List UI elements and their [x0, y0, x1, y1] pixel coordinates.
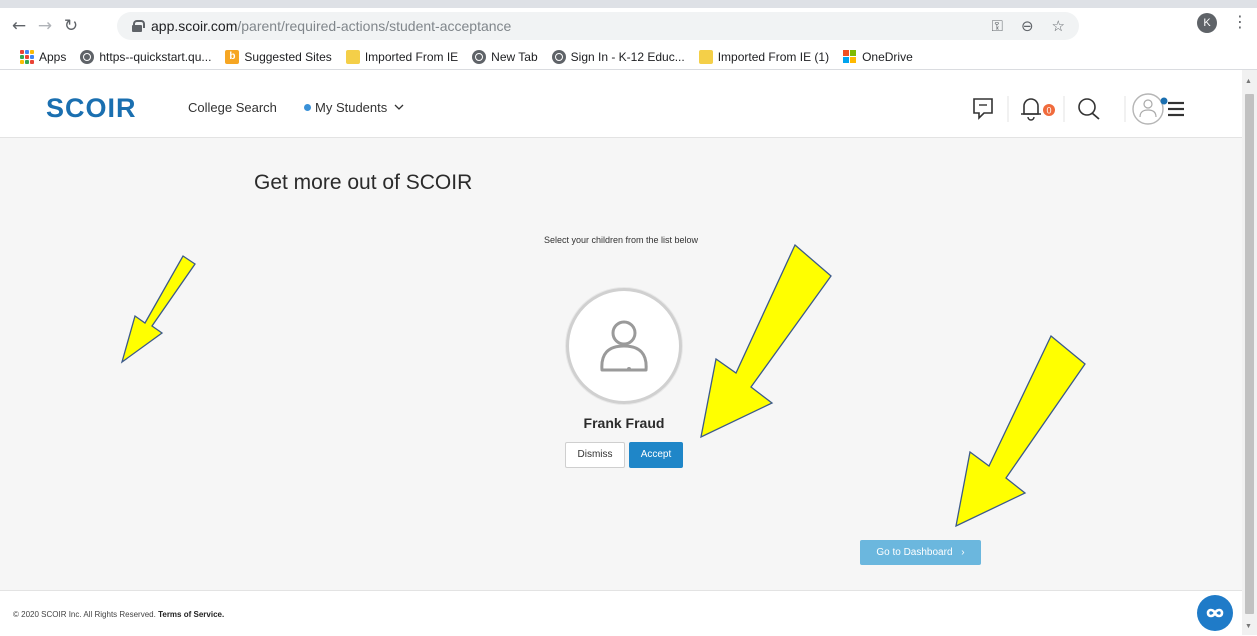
terms-link[interactable]: Terms of Service.: [158, 610, 224, 619]
active-dot: [304, 104, 311, 111]
bookmark-suggested-sites[interactable]: b Suggested Sites: [225, 49, 332, 64]
bookmark-label: Imported From IE (1): [717, 49, 830, 64]
hamburger-icon[interactable]: [1168, 101, 1184, 117]
microsoft-icon: [843, 49, 857, 64]
chat-widget-button[interactable]: [1197, 595, 1233, 631]
back-icon[interactable]: ←: [6, 16, 32, 36]
star-icon[interactable]: ☆: [1052, 17, 1065, 35]
header-icons: 0: [973, 93, 1184, 125]
bookmark-quickstart[interactable]: https--quickstart.qu...: [80, 49, 212, 64]
globe-icon: [80, 49, 95, 64]
page-scrollbar[interactable]: ▲ ▼: [1242, 70, 1257, 635]
address-bar-row: ← → ↻ app.scoir.com/parent/required-acti…: [0, 8, 1257, 44]
scroll-up-icon[interactable]: ▲: [1245, 78, 1252, 85]
reload-icon[interactable]: ↻: [58, 16, 84, 36]
user-menu-avatar[interactable]: [1132, 93, 1168, 125]
instruction-text: Select your children from the list below: [543, 235, 699, 245]
url-path: /parent/required-actions/student-accepta…: [237, 18, 512, 34]
scroll-thumb[interactable]: [1245, 94, 1254, 614]
go-to-dashboard-button[interactable]: Go to Dashboard ›: [860, 540, 981, 565]
message-icon[interactable]: [973, 98, 993, 120]
profile-avatar[interactable]: K: [1197, 13, 1217, 33]
bell-icon[interactable]: [1021, 98, 1041, 121]
student-avatar: [566, 288, 682, 404]
bookmark-imported-ie[interactable]: Imported From IE: [345, 49, 459, 64]
globe-icon: [551, 49, 566, 64]
bookmark-label: Apps: [39, 49, 67, 64]
bookmarks-bar: Apps https--quickstart.qu... b Suggested…: [0, 44, 1257, 70]
bing-icon: b: [225, 49, 240, 64]
chrome-menu-icon[interactable]: ⋮: [1232, 12, 1248, 31]
svg-text:0: 0: [1046, 106, 1051, 116]
lock-icon: [131, 20, 145, 32]
bookmark-label: Imported From IE: [364, 49, 459, 64]
infinity-icon: [1206, 608, 1224, 618]
nav-college-search[interactable]: College Search: [188, 100, 277, 115]
bookmark-imported-ie-1[interactable]: Imported From IE (1): [698, 49, 830, 64]
bookmark-label: OneDrive: [862, 49, 913, 64]
tab-strip: [0, 0, 1257, 8]
bookmark-apps[interactable]: Apps: [20, 49, 67, 64]
scroll-down-icon[interactable]: ▼: [1245, 623, 1252, 630]
url-host: app.scoir.com: [151, 18, 238, 34]
main-content: Get more out of SCOIR Select your childr…: [0, 138, 1242, 590]
forward-icon[interactable]: →: [32, 16, 58, 36]
zoom-icon[interactable]: ⊖: [1021, 17, 1034, 35]
person-icon: [600, 320, 648, 372]
page-footer: © 2020 SCOIR Inc. All Rights Reserved. T…: [0, 590, 1242, 635]
folder-icon: [345, 49, 360, 64]
notification-badge: 0: [1043, 104, 1055, 116]
chevron-right-icon: ›: [961, 547, 965, 558]
accept-button[interactable]: Accept: [629, 442, 683, 468]
folder-icon: [698, 49, 713, 64]
scoir-logo[interactable]: SCOIR: [46, 93, 137, 124]
footer-text: © 2020 SCOIR Inc. All Rights Reserved. T…: [13, 610, 224, 619]
nav-my-students-label: My Students: [315, 100, 388, 115]
page-title: Get more out of SCOIR: [254, 171, 473, 194]
bookmark-new-tab[interactable]: New Tab: [472, 49, 538, 64]
bookmark-label: https--quickstart.qu...: [99, 49, 212, 64]
key-icon[interactable]: ⚿: [992, 17, 1003, 35]
bookmark-label: Suggested Sites: [244, 49, 332, 64]
bookmark-label: Sign In - K-12 Educ...: [570, 49, 685, 64]
search-icon[interactable]: [1078, 98, 1100, 120]
globe-icon: [472, 49, 487, 64]
copyright-text: © 2020 SCOIR Inc. All Rights Reserved.: [13, 610, 156, 619]
bookmark-onedrive[interactable]: OneDrive: [843, 49, 913, 64]
chevron-down-icon: [394, 104, 404, 110]
student-name: Frank Fraud: [583, 415, 665, 431]
nav-my-students[interactable]: My Students: [304, 100, 404, 115]
apps-grid-icon: [20, 49, 34, 64]
omnibox[interactable]: app.scoir.com/parent/required-actions/st…: [117, 12, 1079, 40]
bookmark-label: New Tab: [491, 49, 538, 64]
dismiss-button[interactable]: Dismiss: [565, 442, 625, 468]
app-header: SCOIR College Search My Students 0: [0, 80, 1242, 138]
dashboard-label: Go to Dashboard: [876, 547, 953, 558]
bookmark-sign-in[interactable]: Sign In - K-12 Educ...: [551, 49, 685, 64]
